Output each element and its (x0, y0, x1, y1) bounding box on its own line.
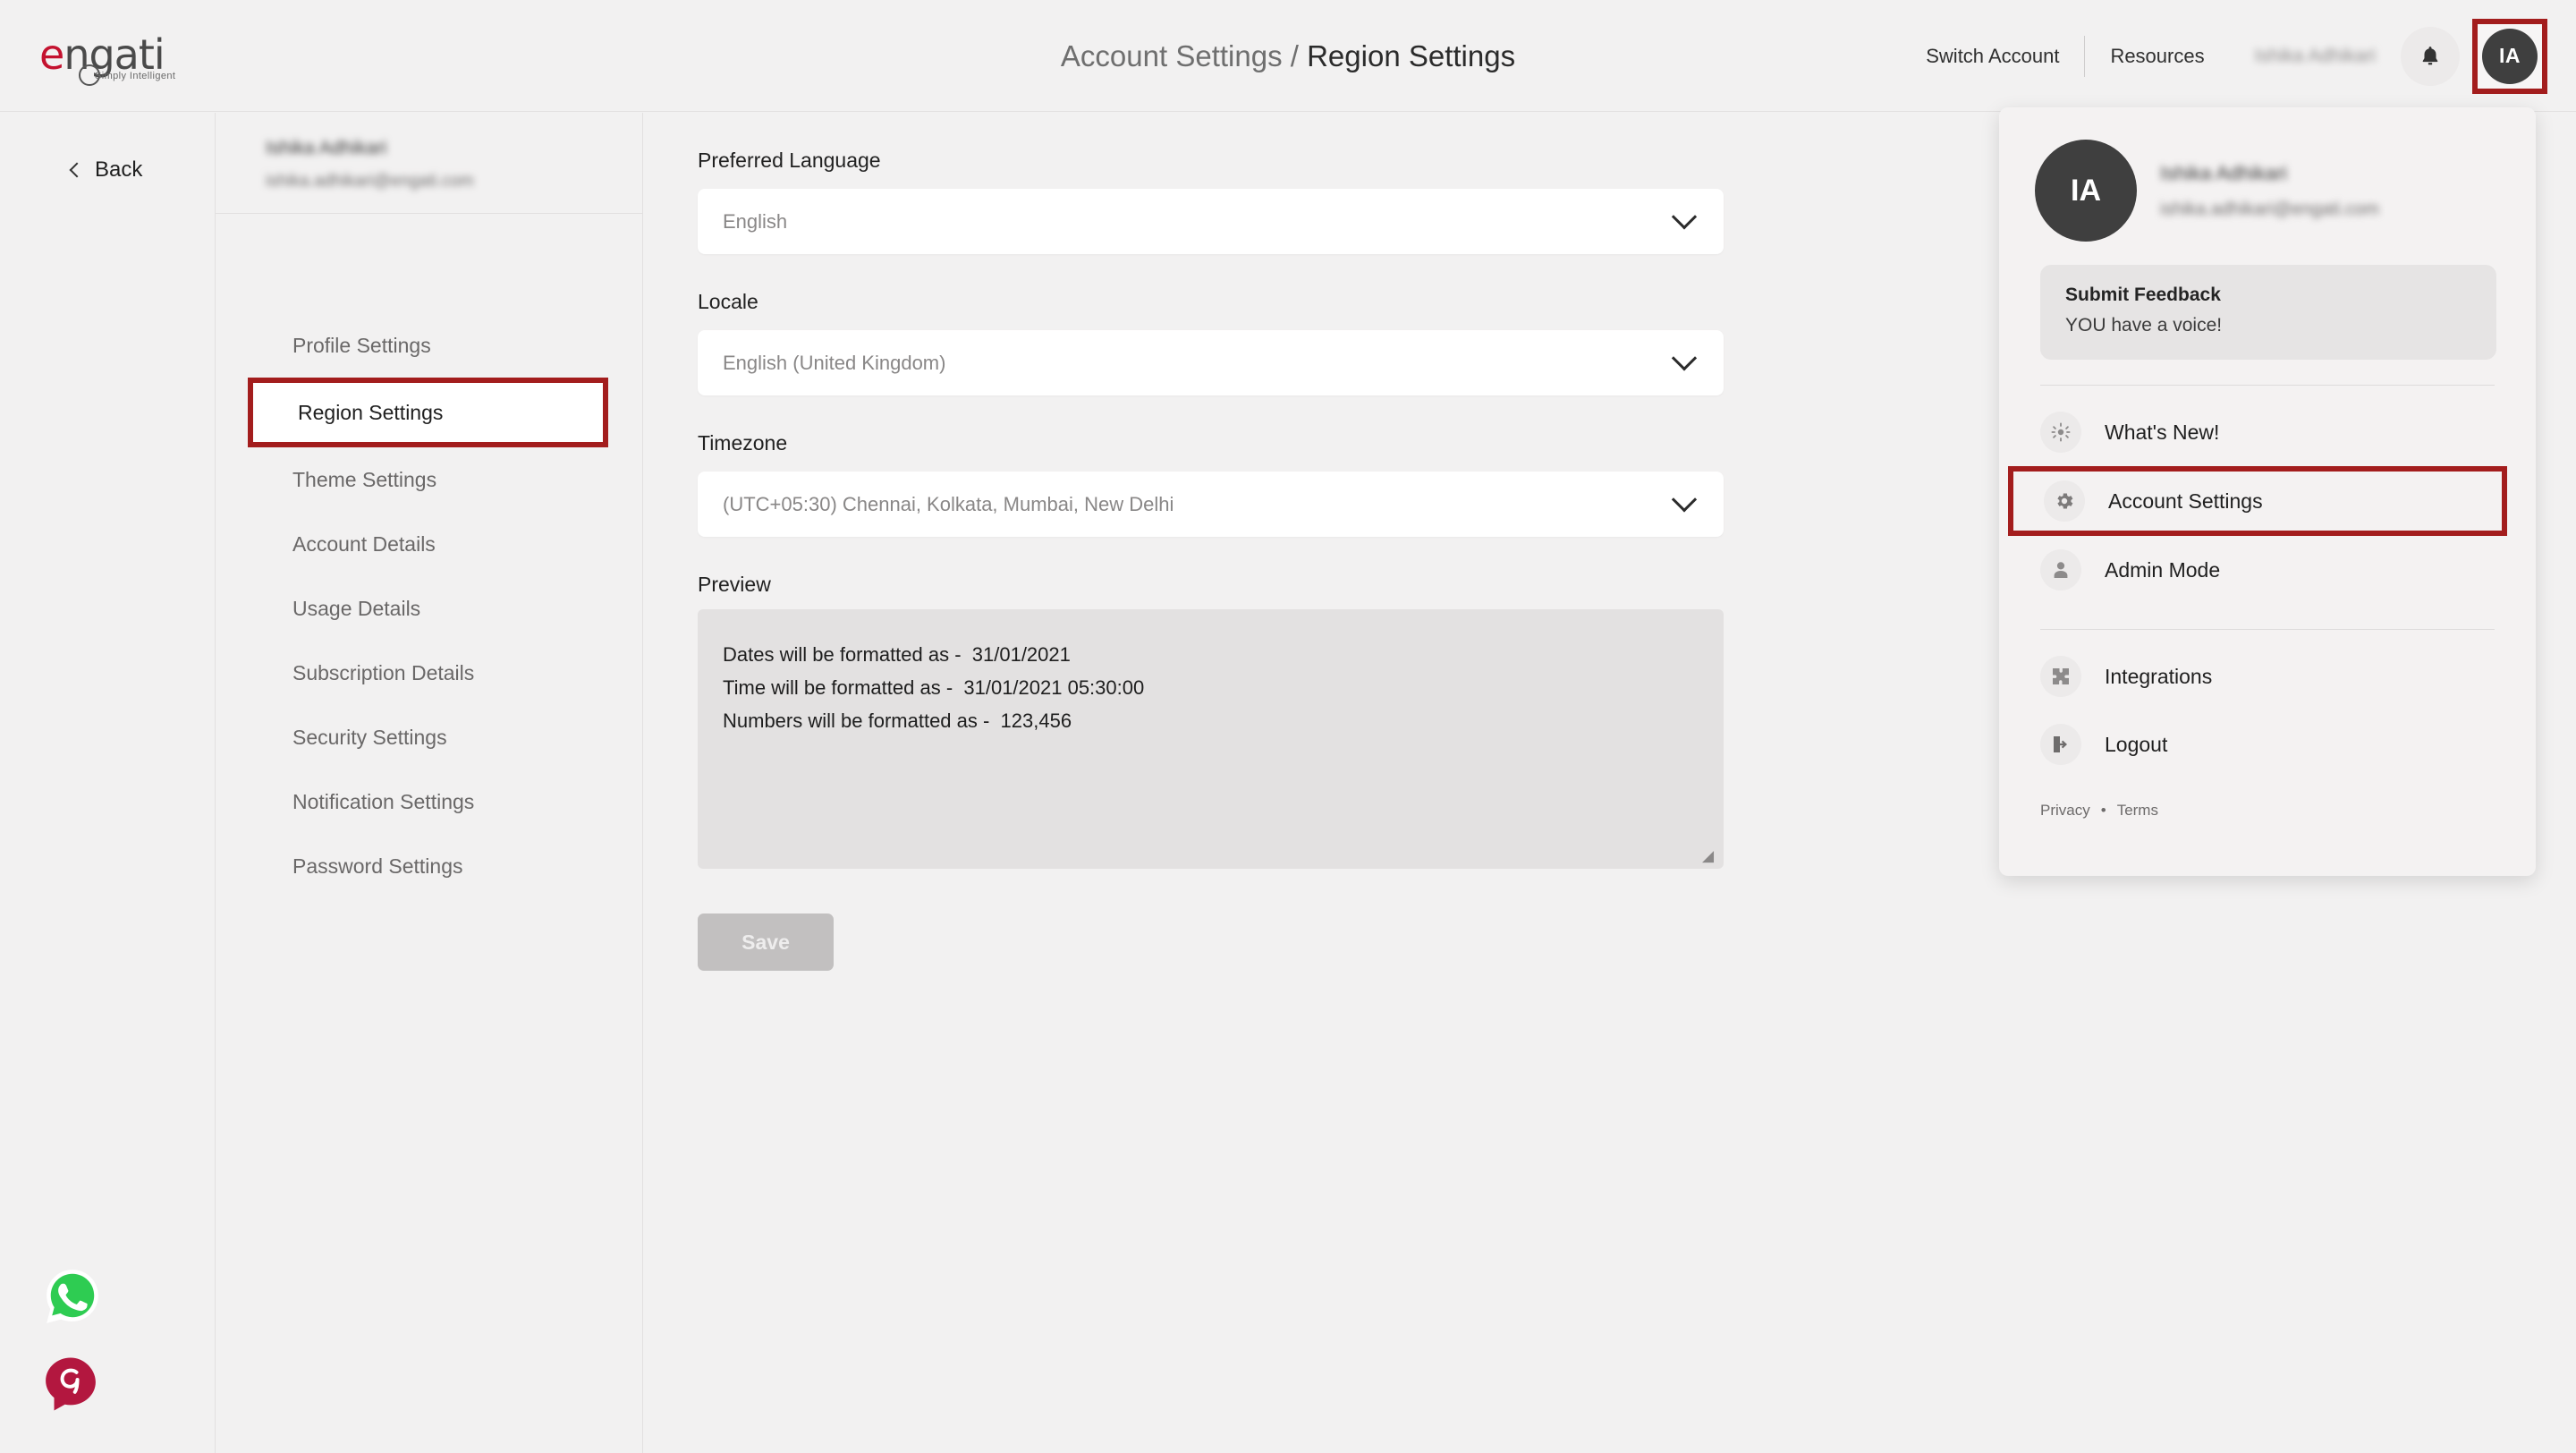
settings-sidebar: Ishika Adhikari ishika.adhikari@engati.c… (215, 113, 643, 1453)
bell-icon (2419, 45, 2442, 68)
resize-handle-icon[interactable]: ◢ (1702, 849, 1716, 863)
sidebar-item-region-settings[interactable]: Region Settings (248, 378, 608, 447)
sidebar-item-password-settings[interactable]: Password Settings (216, 834, 642, 898)
sidebar-item-theme-settings[interactable]: Theme Settings (216, 447, 642, 512)
dropdown-user-header: IA Ishika Adhikari ishika.adhikari@engat… (1999, 107, 2536, 252)
locale-select[interactable]: English (United Kingdom) (698, 330, 1724, 395)
logo-tagline: Simply Intelligent (95, 71, 175, 81)
sidebar-user-name: Ishika Adhikari (266, 138, 592, 159)
dropdown-item-admin-mode[interactable]: Admin Mode (1999, 536, 2536, 604)
dropdown-user-email: ishika.adhikari@engati.com (2160, 200, 2379, 220)
preview-textarea[interactable]: Dates will be formatted as - 31/01/2021 … (698, 609, 1724, 869)
resources-link[interactable]: Resources (2085, 45, 2229, 68)
engati-chat-widget-button[interactable] (39, 1353, 102, 1415)
dropdown-item-account-settings[interactable]: Account Settings (2008, 466, 2507, 536)
sidebar-item-usage-details[interactable]: Usage Details (216, 576, 642, 641)
terms-link[interactable]: Terms (2117, 802, 2158, 820)
chevron-down-icon (1672, 345, 1697, 370)
logout-icon (2040, 724, 2081, 765)
dropdown-item-label: Logout (2105, 733, 2167, 757)
back-strip: Back (0, 113, 215, 1453)
dropdown-item-label: Account Settings (2108, 489, 2263, 514)
user-icon (2040, 549, 2081, 591)
sparkle-icon (2040, 412, 2081, 453)
avatar-highlight-box: IA (2472, 19, 2547, 94)
breadcrumb-current: Region Settings (1307, 39, 1515, 72)
breadcrumb-parent: Account Settings (1061, 39, 1283, 72)
feedback-subtitle: YOU have a voice! (2065, 315, 2471, 336)
logo-e-glyph: e (39, 30, 64, 79)
dropdown-item-label: Admin Mode (2105, 558, 2220, 582)
sidebar-item-security-settings[interactable]: Security Settings (216, 705, 642, 769)
engati-logo[interactable]: engati Simply Intelligent (39, 29, 227, 84)
preview-line-time: Time will be formatted as - 31/01/2021 0… (723, 671, 1699, 704)
preferred-language-select[interactable]: English (698, 189, 1724, 254)
engati-chat-icon (39, 1353, 102, 1415)
back-button[interactable]: Back (72, 157, 142, 183)
header-user-name: Ishika Adhikari (2230, 46, 2401, 67)
chevron-left-icon (70, 163, 85, 178)
sidebar-item-subscription-details[interactable]: Subscription Details (216, 641, 642, 705)
dropdown-avatar: IA (2035, 140, 2137, 242)
dropdown-item-label: Integrations (2105, 665, 2212, 689)
profile-dropdown: IA Ishika Adhikari ishika.adhikari@engat… (1999, 107, 2536, 876)
preferred-language-value: English (723, 210, 787, 234)
top-header: engati Simply Intelligent Account Settin… (0, 0, 2576, 112)
header-actions: Switch Account Resources Ishika Adhikari… (1901, 0, 2547, 112)
switch-account-link[interactable]: Switch Account (1901, 45, 2084, 68)
notifications-button[interactable] (2401, 27, 2460, 86)
dropdown-menu-list: What's New! Account Settings Admin (1999, 386, 2536, 778)
timezone-select[interactable]: (UTC+05:30) Chennai, Kolkata, Mumbai, Ne… (698, 472, 1724, 537)
locale-value: English (United Kingdom) (723, 352, 945, 375)
dropdown-divider-bottom (2040, 629, 2495, 630)
whatsapp-widget-button[interactable] (43, 1267, 102, 1326)
sidebar-nav-list: Profile Settings Region Settings Theme S… (216, 281, 642, 898)
breadcrumb-separator: / (1283, 39, 1308, 72)
privacy-link[interactable]: Privacy (2040, 802, 2090, 820)
whatsapp-icon (43, 1267, 102, 1326)
chevron-down-icon (1672, 204, 1697, 229)
sidebar-user-email: ishika.adhikari@engati.com (266, 172, 592, 191)
preview-line-dates: Dates will be formatted as - 31/01/2021 (723, 638, 1699, 671)
save-button[interactable]: Save (698, 913, 834, 971)
dropdown-user-name: Ishika Adhikari (2160, 162, 2379, 185)
footer-dot-separator: • (2101, 802, 2106, 820)
sidebar-item-notification-settings[interactable]: Notification Settings (216, 769, 642, 834)
submit-feedback-card[interactable]: Submit Feedback YOU have a voice! (2040, 265, 2496, 360)
dropdown-user-text: Ishika Adhikari ishika.adhikari@engati.c… (2160, 162, 2379, 220)
feedback-title: Submit Feedback (2065, 285, 2471, 306)
dropdown-item-whats-new[interactable]: What's New! (1999, 398, 2536, 466)
sidebar-item-profile-settings[interactable]: Profile Settings (216, 313, 642, 378)
dropdown-item-label: What's New! (2105, 421, 2219, 445)
sidebar-user-block: Ishika Adhikari ishika.adhikari@engati.c… (216, 113, 642, 214)
sidebar-item-account-details[interactable]: Account Details (216, 512, 642, 576)
gear-icon (2044, 480, 2085, 522)
logo-wordmark: engati (39, 34, 165, 75)
dropdown-item-integrations[interactable]: Integrations (1999, 642, 2536, 710)
timezone-value: (UTC+05:30) Chennai, Kolkata, Mumbai, Ne… (723, 493, 1174, 516)
back-label: Back (95, 157, 142, 183)
puzzle-icon (2040, 656, 2081, 697)
profile-avatar-button[interactable]: IA (2482, 29, 2538, 84)
chevron-down-icon (1672, 487, 1697, 512)
app-root: engati Simply Intelligent Account Settin… (0, 0, 2576, 1453)
dropdown-item-logout[interactable]: Logout (1999, 710, 2536, 778)
preview-line-numbers: Numbers will be formatted as - 123,456 (723, 704, 1699, 737)
dropdown-footer: Privacy • Terms (1999, 778, 2536, 820)
